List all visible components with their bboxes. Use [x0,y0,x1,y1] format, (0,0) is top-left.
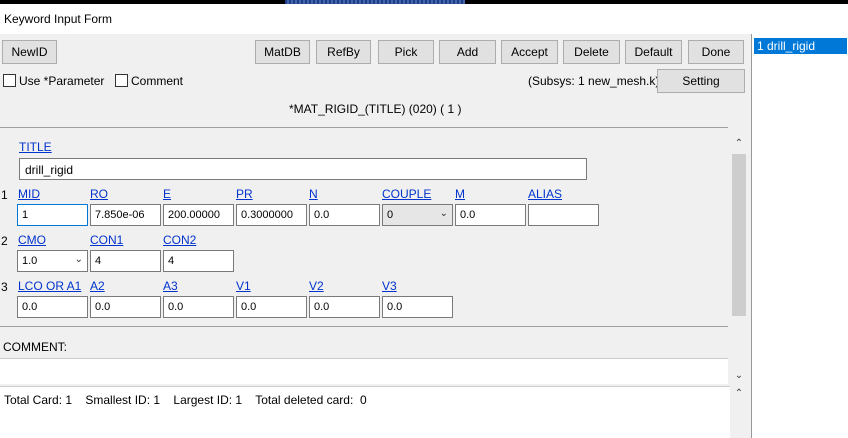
field-label-pr[interactable]: PR [236,187,253,201]
pr-input[interactable]: 0.3000000 [236,204,307,226]
field-label-m[interactable]: M [455,187,465,201]
window-title: Keyword Input Form [4,12,113,26]
field-label-a3[interactable]: A3 [163,279,178,293]
alias-input[interactable] [528,204,599,226]
comment-textarea[interactable] [0,358,728,384]
matdb-button[interactable]: MatDB [255,40,310,64]
keyword-title: *MAT_RIGID_(TITLE) (020) ( 1 ) [289,102,462,116]
scrollbar-thumb[interactable] [732,154,746,316]
add-button[interactable]: Add [439,40,496,64]
comment-checkbox-label: Comment [131,74,184,88]
e-input[interactable]: 200.00000 [163,204,234,226]
comment-checkbox[interactable] [115,74,128,87]
delete-button[interactable]: Delete [563,40,620,64]
field-label-mid[interactable]: MID [18,187,40,201]
keyword-list-pane: 1 drill_rigid [751,34,848,438]
a2-input[interactable]: 0.0 [90,296,161,318]
v1-input[interactable]: 0.0 [236,296,307,318]
form-scrollbar[interactable]: ⌃ ⌄ [731,136,747,384]
cmo-select[interactable]: 1.0 ⌄ [17,250,88,272]
v2-input[interactable]: 0.0 [309,296,380,318]
m-input[interactable]: 0.0 [455,204,526,226]
use-parameter-checkbox[interactable] [3,74,16,87]
list-item[interactable]: 1 drill_rigid [754,38,847,54]
field-label-v3[interactable]: V3 [382,279,397,293]
lco-or-a1-input[interactable]: 0.0 [17,296,88,318]
title-input[interactable]: drill_rigid [19,158,587,180]
chevron-down-icon[interactable]: ⌄ [731,368,747,384]
newid-button[interactable]: NewID [2,40,57,64]
chevron-down-icon: ⌄ [74,254,83,265]
chevron-up-icon[interactable]: ⌃ [731,386,747,402]
setting-button[interactable]: Setting [657,69,745,93]
chevron-up-icon[interactable]: ⌃ [731,136,747,152]
refby-button[interactable]: RefBy [316,40,371,64]
field-label-n[interactable]: N [309,187,318,201]
field-label-e[interactable]: E [163,187,171,201]
couple-select-value: 0 [387,209,394,221]
status-text: Total Card: 1 Smallest ID: 1 Largest ID:… [4,393,367,407]
field-label-con2[interactable]: CON2 [163,233,196,247]
use-parameter-label: Use *Parameter [19,74,105,88]
con2-input[interactable]: 4 [163,250,234,272]
card-row-number: 3 [1,280,8,294]
field-label-couple[interactable]: COUPLE [382,187,431,201]
field-label-v1[interactable]: V1 [236,279,251,293]
done-button[interactable]: Done [688,40,744,64]
field-label-alias[interactable]: ALIAS [528,187,562,201]
v3-input[interactable]: 0.0 [382,296,453,318]
card-row-number: 2 [1,234,8,248]
mid-input[interactable]: 1 [17,204,88,226]
field-label-a2[interactable]: A2 [90,279,105,293]
default-button[interactable]: Default [625,40,682,64]
status-area: Total Card: 1 Smallest ID: 1 Largest ID:… [0,386,730,438]
divider-bottom [0,326,728,327]
field-label-ro[interactable]: RO [90,187,108,201]
cmo-select-value: 1.0 [22,255,38,267]
a3-input[interactable]: 0.0 [163,296,234,318]
n-input[interactable]: 0.0 [309,204,380,226]
chevron-down-icon: ⌄ [439,208,448,219]
field-label-con1[interactable]: CON1 [90,233,123,247]
field-label-cmo[interactable]: CMO [18,233,46,247]
accept-button[interactable]: Accept [501,40,558,64]
con1-input[interactable]: 4 [90,250,161,272]
title-field-label[interactable]: TITLE [19,140,52,154]
divider-top [0,127,728,128]
field-label-v2[interactable]: V2 [309,279,324,293]
card-row-number: 1 [1,188,8,202]
pick-button[interactable]: Pick [378,40,434,64]
field-label-lco-or-a1[interactable]: LCO OR A1 [18,279,81,293]
comment-section-label: COMMENT: [3,340,67,354]
title-bar: Keyword Input Form [0,4,848,34]
couple-select[interactable]: 0 ⌄ [382,204,453,226]
ro-input[interactable]: 7.850e-06 [90,204,161,226]
status-scrollbar[interactable]: ⌃ [731,386,747,438]
subsys-label: (Subsys: 1 new_mesh.k) [528,74,660,88]
